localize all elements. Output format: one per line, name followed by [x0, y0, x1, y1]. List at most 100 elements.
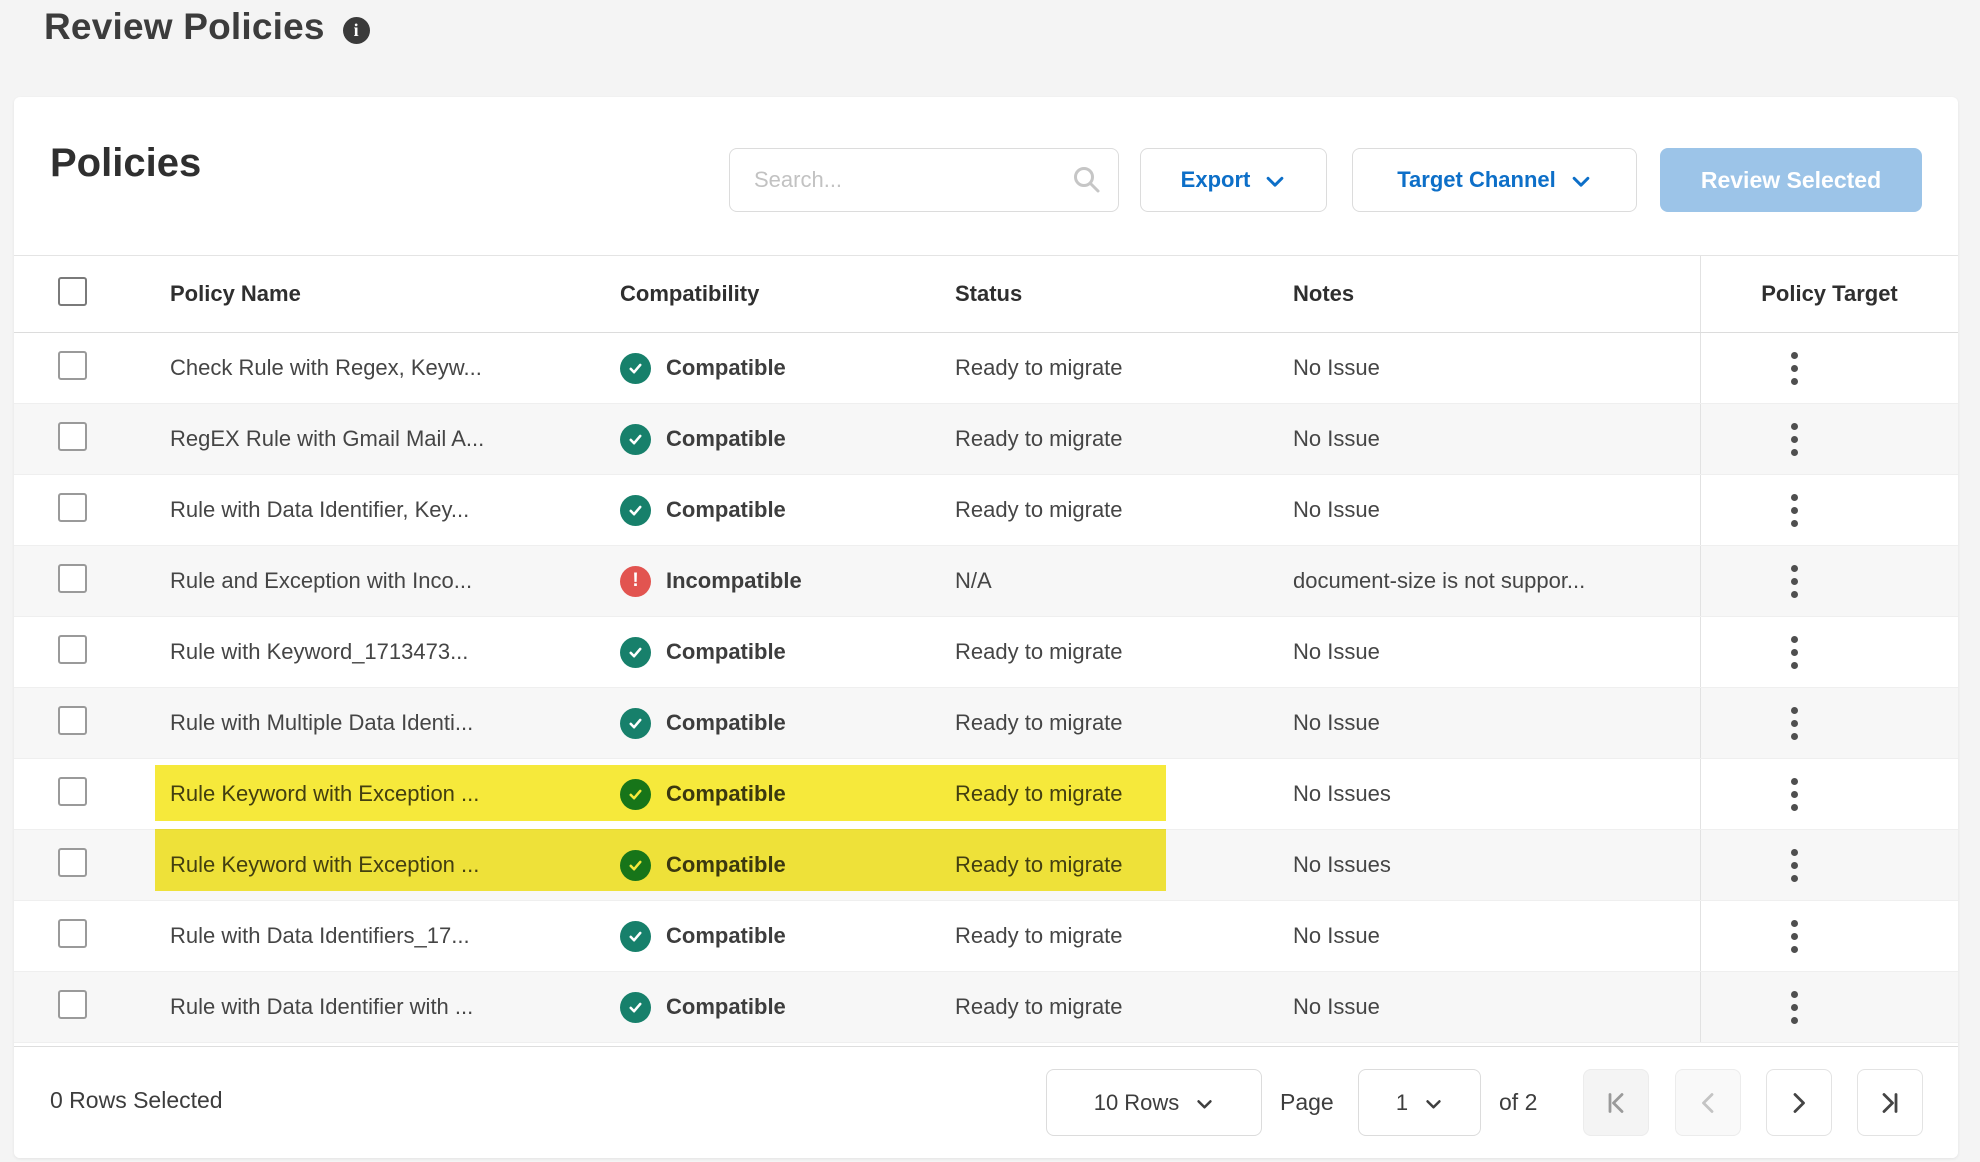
rows-per-page-select[interactable]: 10 Rows [1046, 1069, 1262, 1136]
compatibility-label: Compatible [666, 639, 786, 665]
kebab-menu-icon[interactable] [1785, 488, 1804, 533]
status-label: Ready to migrate [955, 355, 1293, 381]
page-number-select[interactable]: 1 [1358, 1069, 1481, 1136]
compatibility-label: Compatible [666, 852, 786, 878]
compatibility-label: Compatible [666, 994, 786, 1020]
kebab-menu-icon[interactable] [1785, 843, 1804, 888]
table-row: RegEX Rule with Gmail Mail A... Compatib… [14, 404, 1958, 475]
page-label: Page [1280, 1089, 1334, 1116]
check-circle-icon [620, 353, 651, 384]
check-circle-icon [620, 850, 651, 881]
kebab-menu-icon[interactable] [1785, 985, 1804, 1030]
column-header-policy-name[interactable]: Policy Name [170, 281, 620, 307]
notes-label: No Issue [1293, 639, 1700, 665]
row-checkbox[interactable] [58, 848, 87, 877]
select-all-checkbox[interactable] [58, 277, 87, 306]
first-page-button[interactable] [1583, 1069, 1649, 1136]
notes-label: No Issue [1293, 355, 1700, 381]
compatibility-label: Incompatible [666, 568, 802, 594]
row-checkbox[interactable] [58, 919, 87, 948]
column-header-policy-target[interactable]: Policy Target [1700, 256, 1958, 332]
row-checkbox[interactable] [58, 422, 87, 451]
notes-label: No Issues [1293, 852, 1700, 878]
policy-name-label: Rule with Keyword_1713473... [170, 639, 620, 665]
policy-name-label: Rule and Exception with Inco... [170, 568, 620, 594]
policies-panel: Policies Export Target Channel Review Se… [14, 97, 1958, 1158]
table-footer: 0 Rows Selected 10 Rows Page 1 of 2 [14, 1046, 1958, 1158]
page-count-label: of 2 [1499, 1089, 1537, 1116]
next-page-button[interactable] [1766, 1069, 1832, 1136]
page-number-value: 1 [1396, 1090, 1408, 1116]
column-header-compatibility[interactable]: Compatibility [620, 281, 955, 307]
row-checkbox[interactable] [58, 777, 87, 806]
target-channel-button-label: Target Channel [1397, 167, 1556, 193]
page-title: Review Policies [44, 6, 325, 48]
review-selected-button[interactable]: Review Selected [1660, 148, 1922, 212]
table-row: Rule with Data Identifiers_17... Compati… [14, 901, 1958, 972]
row-checkbox[interactable] [58, 706, 87, 735]
status-label: Ready to migrate [955, 852, 1293, 878]
check-circle-icon [620, 992, 651, 1023]
table-row: Rule with Keyword_1713473... Compatible … [14, 617, 1958, 688]
row-checkbox[interactable] [58, 635, 87, 664]
check-circle-icon [620, 779, 651, 810]
search-input[interactable] [729, 148, 1119, 212]
export-button[interactable]: Export [1140, 148, 1327, 212]
notes-label: document-size is not suppor... [1293, 568, 1700, 594]
status-label: Ready to migrate [955, 497, 1293, 523]
policy-name-label: RegEX Rule with Gmail Mail A... [170, 426, 620, 452]
policy-name-label: Rule with Data Identifier with ... [170, 994, 620, 1020]
notes-label: No Issue [1293, 923, 1700, 949]
column-header-status[interactable]: Status [955, 281, 1293, 307]
compatibility-label: Compatible [666, 497, 786, 523]
row-checkbox[interactable] [58, 351, 87, 380]
column-header-notes[interactable]: Notes [1293, 281, 1700, 307]
notes-label: No Issue [1293, 497, 1700, 523]
row-checkbox[interactable] [58, 564, 87, 593]
kebab-menu-icon[interactable] [1785, 559, 1804, 604]
previous-page-button[interactable] [1675, 1069, 1741, 1136]
table-body: Check Rule with Regex, Keyw... Compatibl… [14, 333, 1958, 1043]
policy-name-label: Rule Keyword with Exception ... [170, 852, 620, 878]
check-circle-icon [620, 708, 651, 739]
policy-name-label: Rule with Data Identifier, Key... [170, 497, 620, 523]
chevron-down-icon [1424, 1095, 1443, 1114]
panel-toolbar: Policies Export Target Channel Review Se… [14, 97, 1958, 255]
page-header: Review Policies i [44, 6, 370, 48]
kebab-menu-icon[interactable] [1785, 417, 1804, 462]
notes-label: No Issue [1293, 426, 1700, 452]
chevron-down-icon [1264, 171, 1286, 193]
rows-per-page-value: 10 Rows [1094, 1090, 1180, 1116]
info-icon[interactable]: i [343, 17, 370, 44]
status-label: Ready to migrate [955, 426, 1293, 452]
chevron-down-icon [1570, 171, 1592, 193]
kebab-menu-icon[interactable] [1785, 346, 1804, 391]
target-channel-button[interactable]: Target Channel [1352, 148, 1637, 212]
last-page-button[interactable] [1857, 1069, 1923, 1136]
kebab-menu-icon[interactable] [1785, 630, 1804, 675]
kebab-menu-icon[interactable] [1785, 914, 1804, 959]
row-checkbox[interactable] [58, 493, 87, 522]
table-row: Rule with Data Identifier with ... Compa… [14, 972, 1958, 1043]
table-row: Rule with Data Identifier, Key... Compat… [14, 475, 1958, 546]
kebab-menu-icon[interactable] [1785, 772, 1804, 817]
status-label: Ready to migrate [955, 923, 1293, 949]
status-label: Ready to migrate [955, 781, 1293, 807]
policy-name-label: Rule with Multiple Data Identi... [170, 710, 620, 736]
row-checkbox[interactable] [58, 990, 87, 1019]
policy-name-label: Check Rule with Regex, Keyw... [170, 355, 620, 381]
table-header-row: Policy Name Compatibility Status Notes P… [14, 255, 1958, 333]
chevron-down-icon [1195, 1095, 1214, 1114]
notes-label: No Issues [1293, 781, 1700, 807]
next-page-icon [1786, 1090, 1812, 1116]
policy-name-label: Rule Keyword with Exception ... [170, 781, 620, 807]
last-page-icon [1877, 1090, 1903, 1116]
table-row: Check Rule with Regex, Keyw... Compatibl… [14, 333, 1958, 404]
kebab-menu-icon[interactable] [1785, 701, 1804, 746]
notes-label: No Issue [1293, 994, 1700, 1020]
status-label: N/A [955, 568, 1293, 594]
search-icon [1071, 164, 1103, 196]
search-box [729, 148, 1119, 212]
panel-title: Policies [50, 141, 201, 186]
alert-circle-icon: ! [620, 566, 651, 597]
